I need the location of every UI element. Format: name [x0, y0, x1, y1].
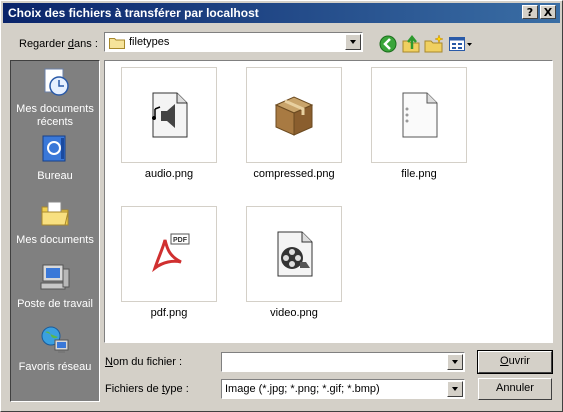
- filename-dropdown-button[interactable]: [447, 354, 463, 370]
- open-button-accel: O: [500, 355, 509, 367]
- place-label-documents: Mes documents: [16, 234, 94, 246]
- filetype-label-suffix: ype :: [164, 383, 189, 395]
- generic-file-icon: [402, 92, 438, 138]
- close-button[interactable]: X: [540, 5, 556, 19]
- compressed-file-icon: [274, 96, 314, 136]
- up-folder-icon[interactable]: [401, 34, 421, 54]
- file-thumbnail: [121, 67, 217, 163]
- svg-text:PDF: PDF: [173, 237, 188, 244]
- open-button[interactable]: Ouvrir: [477, 350, 553, 374]
- filetype-label-prefix: Fichiers de: [105, 383, 162, 395]
- look-in-label-prefix: Regarder: [19, 38, 68, 50]
- new-folder-icon[interactable]: [424, 34, 444, 54]
- place-network[interactable]: Favoris réseau: [11, 324, 99, 374]
- network-icon: [41, 326, 69, 353]
- file-name-video: video.png: [270, 307, 318, 319]
- place-label-recent: Mes documents récents: [16, 103, 94, 128]
- file-item-compressed[interactable]: compressed.png: [234, 67, 354, 180]
- filename-label-accel: N: [105, 356, 113, 368]
- file-name-pdf: pdf.png: [150, 307, 188, 319]
- file-thumbnail: [246, 206, 342, 302]
- places-bar: Mes documents récents Bureau Mes documen…: [10, 60, 100, 402]
- look-in-label: Regarder dans :: [19, 38, 98, 50]
- filename-label-rest: om du fichier :: [112, 356, 183, 368]
- file-list[interactable]: audio.png compressed.png file.png PDF pd…: [104, 60, 553, 343]
- place-desktop[interactable]: Bureau: [11, 133, 99, 183]
- file-dialog-window: Choix des fichiers à transférer par loca…: [0, 0, 563, 412]
- filename-input[interactable]: [221, 352, 465, 372]
- window-title: Choix des fichiers à transférer par loca…: [8, 6, 259, 20]
- video-file-icon: [277, 231, 313, 277]
- file-item-pdf[interactable]: PDF pdf.png: [109, 206, 229, 319]
- filetype-label: Fichiers de type :: [105, 383, 189, 395]
- back-icon[interactable]: [378, 34, 398, 54]
- place-label-computer: Poste de travail: [17, 298, 93, 310]
- file-name-file: file.png: [401, 168, 437, 180]
- file-thumbnail: [246, 67, 342, 163]
- help-button[interactable]: ?: [522, 5, 538, 19]
- desktop-icon: [42, 135, 66, 162]
- pdf-file-icon: PDF: [152, 233, 190, 273]
- place-recent[interactable]: Mes documents récents: [11, 66, 99, 129]
- folder-icon: [109, 38, 125, 49]
- place-documents[interactable]: Mes documents: [11, 197, 99, 247]
- title-bar[interactable]: Choix des fichiers à transférer par loca…: [3, 3, 560, 23]
- cancel-button[interactable]: Annuler: [478, 378, 552, 400]
- look-in-dropdown-button[interactable]: [345, 34, 361, 50]
- look-in-label-suffix: ans :: [74, 38, 98, 50]
- filetype-value: Image (*.jpg; *.png; *.gif; *.bmp): [225, 383, 380, 395]
- file-name-compressed: compressed.png: [253, 168, 335, 180]
- file-item-audio[interactable]: audio.png: [109, 67, 229, 180]
- view-menu-icon[interactable]: [448, 34, 474, 54]
- filetype-dropdown-button[interactable]: [447, 381, 463, 397]
- file-name-audio: audio.png: [144, 168, 194, 180]
- file-thumbnail: PDF: [121, 206, 217, 302]
- file-item-file[interactable]: file.png: [359, 67, 479, 180]
- computer-icon: [40, 264, 70, 290]
- filename-label: Nom du fichier :: [105, 356, 182, 368]
- place-computer[interactable]: Poste de travail: [11, 261, 99, 311]
- recent-documents-icon: [44, 68, 69, 96]
- open-button-label: uvrir: [508, 355, 530, 367]
- place-label-desktop: Bureau: [37, 170, 73, 182]
- file-thumbnail: [371, 67, 467, 163]
- my-documents-icon: [41, 201, 69, 226]
- audio-file-icon: [152, 92, 188, 138]
- look-in-combo[interactable]: filetypes: [104, 32, 363, 52]
- filetype-select[interactable]: Image (*.jpg; *.png; *.gif; *.bmp): [221, 379, 465, 399]
- look-in-value: filetypes: [129, 36, 170, 48]
- file-item-video[interactable]: video.png: [234, 206, 354, 319]
- place-label-network: Favoris réseau: [18, 361, 92, 373]
